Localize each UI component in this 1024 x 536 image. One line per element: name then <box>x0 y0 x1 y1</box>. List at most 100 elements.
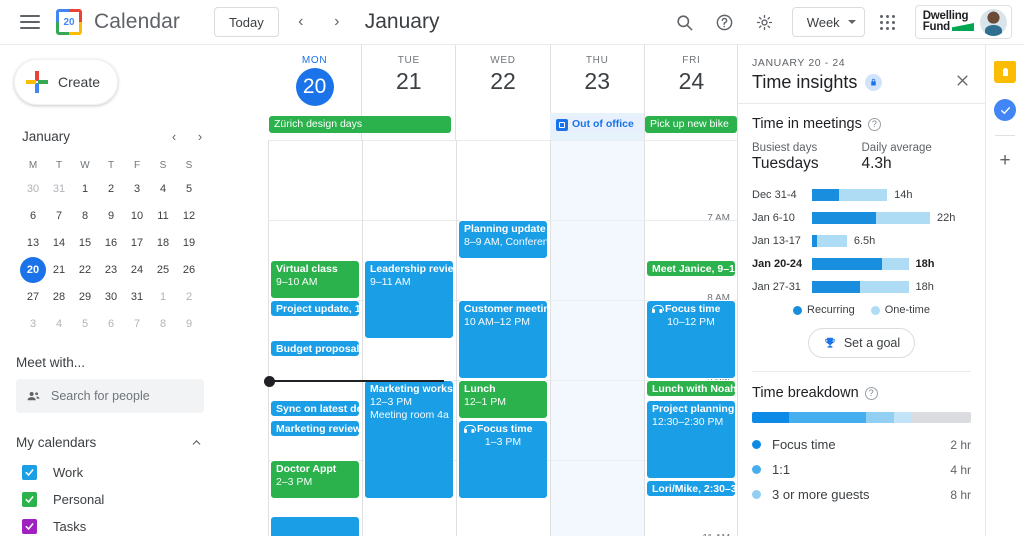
mini-calendar-day[interactable]: 5 <box>176 176 202 202</box>
mini-calendar-day[interactable]: 14 <box>46 230 72 256</box>
keep-note-icon[interactable] <box>994 61 1016 83</box>
mini-calendar-day[interactable]: 16 <box>98 230 124 256</box>
day-number[interactable]: 24 <box>645 68 737 95</box>
help-circle-icon-breakdown[interactable]: ? <box>864 386 878 400</box>
mini-calendar-day[interactable]: 22 <box>72 257 98 283</box>
mini-calendar-day[interactable]: 9 <box>176 311 202 337</box>
apps-grid-icon[interactable] <box>871 5 905 39</box>
mini-calendar-day[interactable]: 4 <box>150 176 176 202</box>
mini-calendar-day[interactable]: 30 <box>20 176 46 202</box>
mini-calendar-prev-button[interactable]: ‹ <box>162 124 186 148</box>
next-period-button[interactable]: › <box>323 8 351 36</box>
workspace-brand[interactable]: Dwelling Fund <box>914 5 1012 39</box>
calendar-event[interactable]: Focus time 10–12 PM <box>646 300 736 379</box>
mini-calendar-day[interactable]: 19 <box>176 230 202 256</box>
set-a-goal-button[interactable]: Set a goal <box>807 328 916 358</box>
mini-calendar-day[interactable]: 24 <box>124 257 150 283</box>
mini-calendar-day[interactable]: 9 <box>98 203 124 229</box>
day-column[interactable]: Virtual class 9–10 AM Project update, 1 Bud… <box>270 140 360 536</box>
people-search[interactable] <box>16 379 204 413</box>
calendar-event[interactable]: Project planning 12:30–2:30 PM <box>646 400 736 479</box>
mini-calendar-day[interactable]: 21 <box>46 257 72 283</box>
all-day-event[interactable]: Pick up new bike <box>645 116 737 133</box>
all-day-cell[interactable]: Zürich design days <box>268 113 452 140</box>
calendar-event[interactable]: Doctor Appt 2–3 PM <box>270 460 360 499</box>
checkbox[interactable] <box>22 492 37 507</box>
calendar-event[interactable] <box>270 516 360 536</box>
mini-calendar-day[interactable]: 31 <box>46 176 72 202</box>
calendar-event[interactable]: Project update, 1 <box>270 300 360 317</box>
chevron-up-icon[interactable] <box>184 430 208 454</box>
search-icon[interactable] <box>668 5 702 39</box>
day-column[interactable]: Planning update8–9 AM, Conference Custome… <box>458 140 548 536</box>
calendar-event[interactable]: Lori/Mike, 2:30–3 <box>646 480 736 497</box>
mini-calendar-day[interactable]: 11 <box>150 203 176 229</box>
my-calendar-item[interactable]: Tasks <box>0 513 220 536</box>
calendar-event[interactable]: Customer meeting 10 AM–12 PM <box>458 300 548 379</box>
mini-calendar-day[interactable]: 13 <box>20 230 46 256</box>
plus-icon[interactable]: + <box>994 150 1016 172</box>
calendar-event[interactable]: Focus time 1–3 PM <box>458 420 548 499</box>
create-button[interactable]: Create <box>14 59 118 105</box>
mini-calendar-day[interactable]: 30 <box>98 284 124 310</box>
tasks-check-icon[interactable] <box>994 99 1016 121</box>
mini-calendar-day[interactable]: 4 <box>46 311 72 337</box>
all-day-cell[interactable]: Out of office <box>550 113 644 140</box>
help-icon[interactable] <box>708 5 742 39</box>
calendar-event[interactable]: Marketing workshop12–3 PMMeeting room 4a <box>364 380 454 499</box>
mini-calendar-day[interactable]: 6 <box>98 311 124 337</box>
day-column[interactable]: Leadership review9–11 AM Marketing worksh… <box>364 140 454 536</box>
mini-calendar-day[interactable]: 3 <box>124 176 150 202</box>
day-number[interactable]: 21 <box>362 68 455 95</box>
mini-calendar-day[interactable]: 6 <box>20 203 46 229</box>
mini-calendar-day[interactable]: 10 <box>124 203 150 229</box>
calendar-event[interactable]: Sync on latest de <box>270 400 360 417</box>
calendar-event[interactable]: Marketing review <box>270 420 360 437</box>
my-calendar-item[interactable]: Personal <box>0 486 220 513</box>
mini-calendar-next-button[interactable]: › <box>188 124 212 148</box>
day-column[interactable]: Meet Janice, 9–10 Focus time 10–12 PM Lunch… <box>646 140 736 536</box>
mini-calendar-day[interactable]: 17 <box>124 230 150 256</box>
mini-calendar-day[interactable]: 2 <box>176 284 202 310</box>
mini-calendar-day[interactable]: 23 <box>98 257 124 283</box>
mini-calendar-day[interactable]: 27 <box>20 284 46 310</box>
calendar-event[interactable]: Planning update8–9 AM, Conference <box>458 220 548 259</box>
all-day-event-out-of-office[interactable]: Out of office <box>551 116 643 133</box>
mini-calendar-day[interactable]: 29 <box>72 284 98 310</box>
calendar-event[interactable]: Leadership review 9–11 AM <box>364 260 454 339</box>
mini-calendar-day[interactable]: 26 <box>176 257 202 283</box>
mini-calendar-day[interactable]: 1 <box>72 176 98 202</box>
mini-calendar-day[interactable]: 7 <box>46 203 72 229</box>
mini-calendar-day[interactable]: 12 <box>176 203 202 229</box>
avatar[interactable] <box>980 8 1007 36</box>
mini-calendar-day[interactable]: 1 <box>150 284 176 310</box>
mini-calendar-day[interactable]: 8 <box>150 311 176 337</box>
day-number[interactable]: 22 <box>456 68 549 95</box>
all-day-event[interactable]: Zürich design days <box>269 116 452 133</box>
calendar-event[interactable]: Budget proposal <box>270 340 360 357</box>
mini-calendar-day[interactable]: 7 <box>124 311 150 337</box>
mini-calendar-day[interactable]: 18 <box>150 230 176 256</box>
mini-calendar-day[interactable]: 20 <box>20 257 46 283</box>
my-calendars-header[interactable]: My calendars <box>0 425 220 459</box>
mini-calendar-day[interactable]: 8 <box>72 203 98 229</box>
checkbox[interactable] <box>22 519 37 534</box>
help-circle-icon[interactable]: ? <box>867 117 881 131</box>
previous-period-button[interactable]: ‹ <box>287 8 315 36</box>
day-column[interactable] <box>552 140 642 536</box>
mini-calendar-day[interactable]: 31 <box>124 284 150 310</box>
calendar-event[interactable]: Lunch with Noah <box>646 380 736 397</box>
mini-calendar-day[interactable]: 3 <box>20 311 46 337</box>
checkbox[interactable] <box>22 465 37 480</box>
all-day-cell[interactable]: Pick up new bike <box>644 113 737 140</box>
all-day-cell[interactable] <box>456 113 550 140</box>
mini-calendar-day[interactable]: 28 <box>46 284 72 310</box>
day-number[interactable]: 23 <box>551 68 644 95</box>
day-number[interactable]: 20 <box>295 68 334 106</box>
calendar-event[interactable]: Meet Janice, 9–10 <box>646 260 736 277</box>
mini-calendar-day[interactable]: 25 <box>150 257 176 283</box>
mini-calendar-day[interactable]: 2 <box>98 176 124 202</box>
calendar-event[interactable]: Lunch 12–1 PM <box>458 380 548 419</box>
close-icon[interactable] <box>949 67 975 93</box>
my-calendar-item[interactable]: Work <box>0 459 220 486</box>
